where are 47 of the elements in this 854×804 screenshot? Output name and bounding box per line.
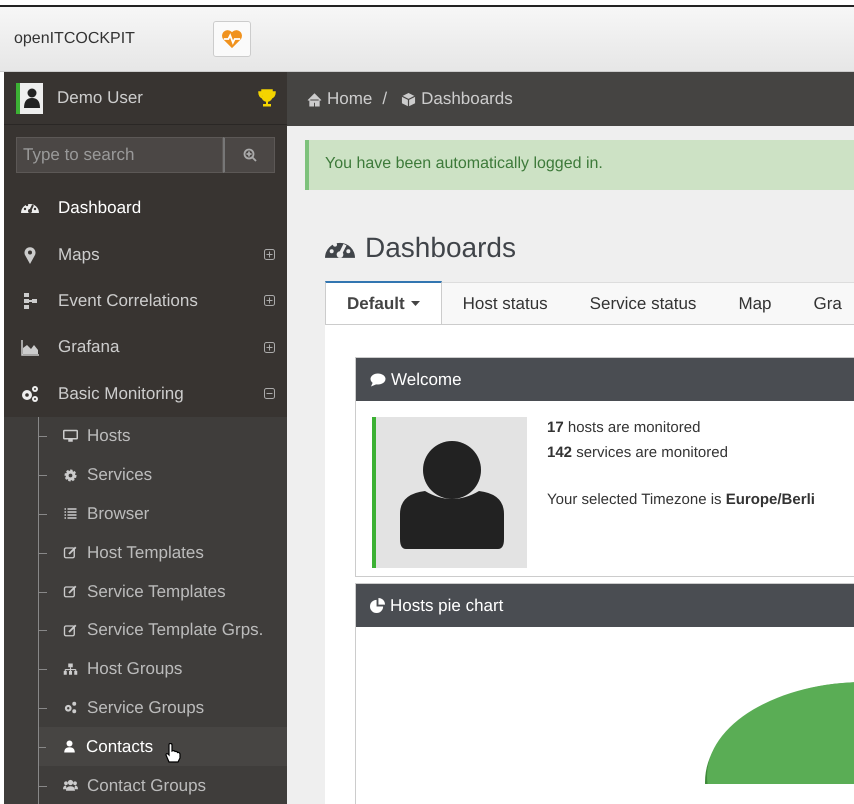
tab[interactable]: Gra (792, 283, 854, 324)
tab[interactable]: Host status (442, 283, 569, 324)
sitemap-icon (63, 662, 78, 677)
edit-icon (63, 545, 78, 560)
search-button[interactable] (223, 137, 275, 173)
gears-icon (63, 700, 78, 716)
area-chart-icon (20, 337, 40, 358)
tab[interactable]: Map (717, 283, 793, 324)
trophy-icon (257, 88, 277, 108)
stat-text: 17 hosts are monitored (547, 419, 702, 436)
user-icon (62, 739, 77, 754)
user-silhouette-icon (22, 88, 40, 108)
home-icon (307, 92, 322, 106)
brand-name: openITCOCKPIT (14, 30, 135, 48)
pie-chart-icon (370, 598, 385, 613)
menu-item[interactable]: Grafana (4, 324, 287, 371)
cube-icon (401, 92, 416, 106)
widget-title: Hosts pie chart (390, 596, 504, 616)
heartbeat-button[interactable] (212, 21, 251, 57)
page-title: Dashboards (365, 232, 516, 264)
zoom-in-icon (242, 148, 256, 162)
menu-item[interactable]: Event Correlations (4, 278, 287, 324)
tab[interactable]: Default (325, 281, 442, 324)
list-icon (63, 506, 78, 522)
breadcrumb-link[interactable]: Dashboards (401, 89, 513, 109)
menu-item[interactable]: Basic Monitoring (4, 370, 287, 417)
edit-icon (63, 584, 78, 600)
success-alert: You have been automatically logged in. (305, 140, 854, 190)
menu-item[interactable]: Maps (4, 231, 287, 278)
widget-title: Welcome (391, 370, 462, 390)
menu-item[interactable]: Dashboard (4, 185, 287, 232)
breadcrumb-link[interactable]: Home (307, 89, 372, 109)
stat-text: 142 services are monitored (547, 444, 729, 461)
search-field[interactable]: Type to search (16, 137, 223, 173)
breadcrumb-separator: / (382, 89, 388, 109)
monitor-icon (63, 428, 78, 444)
edit-icon (63, 622, 78, 638)
gear-icon (63, 468, 78, 483)
speech-bubble-icon (370, 372, 386, 386)
heartbeat-icon (220, 29, 243, 49)
gears-icon (20, 384, 40, 404)
hand-pointer-icon (164, 742, 182, 763)
user-name[interactable]: Demo User (57, 88, 243, 108)
users-icon (63, 778, 78, 794)
timezone-text: Your selected Timezone is Europe/Berli (547, 491, 815, 508)
tab[interactable]: Service status (568, 283, 718, 324)
dashboard-gauge-icon (325, 242, 355, 258)
